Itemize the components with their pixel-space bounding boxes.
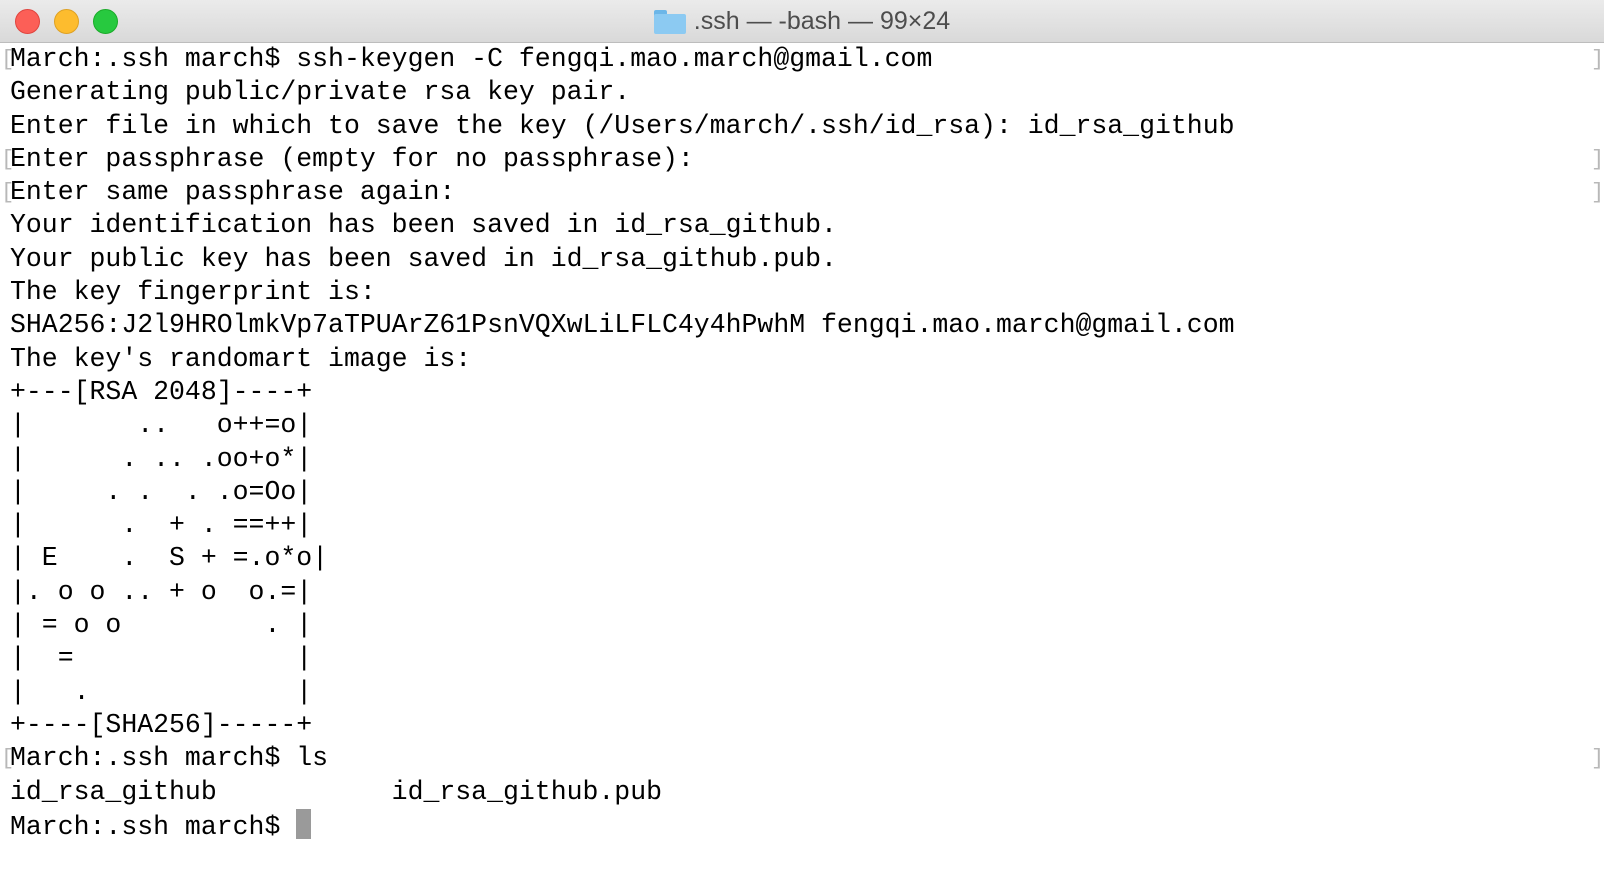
line-mark-right: ] [1591,47,1604,72]
terminal-line: Your public key has been saved in id_rsa… [10,243,837,274]
prompt-text: March:.ssh march$ [10,811,297,842]
title-bar[interactable]: .ssh — -bash — 99×24 [0,0,1604,43]
window-title-text: .ssh — -bash — 99×24 [693,7,951,35]
randomart-line: | . . . .o=Oo| [10,476,313,507]
terminal-content[interactable]: [][][][] March:.ssh march$ ssh-keygen -C… [0,43,1604,870]
randomart-line: | = o o . | [10,610,313,641]
randomart-line: | . + . ==++| [10,510,313,541]
terminal-line: id_rsa_github id_rsa_github.pub [10,776,663,807]
terminal-line: The key's randomart image is: [10,343,472,374]
terminal-line: Enter same passphrase again: [10,177,456,208]
randomart-line: | . .. .oo+o*| [10,443,313,474]
line-mark-right: ] [1591,746,1604,772]
terminal-line: Your identification has been saved in id… [10,210,837,241]
terminal-line: The key fingerprint is: [10,277,376,308]
randomart-line: | E . S + =.o*o| [10,543,329,574]
terminal-line: March:.ssh march$ ls [10,743,329,774]
folder-icon [653,9,686,34]
randomart-line: | . | [10,676,313,707]
text-cursor [296,808,312,839]
randomart-line: |. o o .. + o o.=| [10,576,313,607]
terminal-line: Enter file in which to save the key (/Us… [10,110,1235,141]
prompt-line[interactable]: March:.ssh march$ [10,808,1235,842]
randomart-line: | = | [10,643,313,674]
terminal-line: Generating public/private rsa key pair. [10,77,631,108]
randomart-line: | .. o++=o| [10,410,313,441]
randomart-line: +----[SHA256]-----+ [10,709,313,740]
terminal-line: SHA256:J2l9HROlmkVp7aTPUArZ61PsnVQXwLiLF… [10,310,1235,341]
line-mark-right: ] [1591,146,1604,172]
terminal-line: March:.ssh march$ ssh-keygen -C fengqi.m… [10,44,933,74]
terminal-window: .ssh — -bash — 99×24 [][][][] March:.ssh… [0,0,1604,870]
terminal-output: March:.ssh march$ ssh-keygen -C fengqi.m… [10,43,1235,842]
window-title: .ssh — -bash — 99×24 [0,0,1604,43]
terminal-line: Enter passphrase (empty for no passphras… [10,143,694,174]
line-mark-right: ] [1591,180,1604,206]
randomart-line: +---[RSA 2048]----+ [10,376,313,407]
